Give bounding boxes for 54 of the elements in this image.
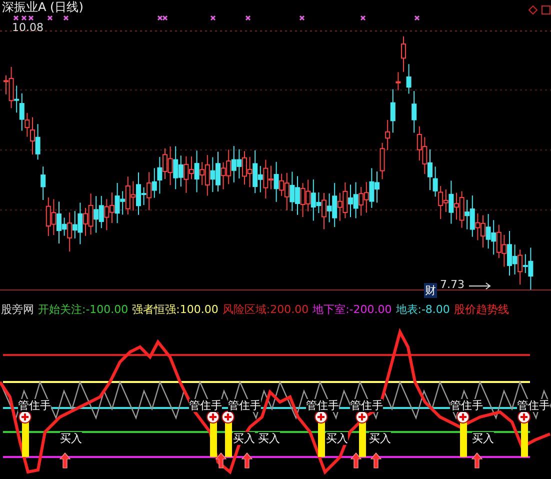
pointer-arrow-icon [468, 282, 491, 290]
plus-circle-icon [18, 410, 32, 424]
signal-bar [225, 420, 232, 457]
hold-signal-label: 管住手 [228, 399, 261, 412]
high-price-label: 10.08 [12, 22, 44, 34]
signal-bar [521, 420, 528, 457]
up-arrow-icon [471, 452, 483, 468]
buy-signal-label: 买入 [60, 432, 82, 445]
signal-bar [210, 420, 217, 457]
up-arrow-icon [215, 452, 227, 468]
hold-signal-label: 管住手 [18, 399, 51, 412]
legend-item: 风险区域:200.00 [222, 302, 309, 316]
low-price-label: 7.73 [440, 278, 464, 291]
buy-signal-label: 买入 [233, 432, 255, 445]
up-arrow-icon [241, 452, 253, 468]
signal-bar [318, 420, 325, 457]
finance-badge[interactable]: 财 [424, 283, 437, 298]
cross-marker-icon [63, 15, 69, 21]
hold-signal-label: 管住手 [450, 399, 483, 412]
legend-item: 股价趋势线 [454, 302, 509, 316]
legend-item: 地表:-8.00 [396, 302, 450, 316]
plus-circle-icon [222, 410, 234, 424]
diamond-icon[interactable] [528, 5, 538, 15]
up-arrow-icon [59, 452, 71, 468]
buy-signal-label: 买入 [472, 432, 494, 445]
hold-signal-label: 管住手 [350, 399, 383, 412]
cross-marker-icon [414, 15, 420, 21]
hold-signal-label: 管住手 [306, 399, 339, 412]
cross-marker-icon [299, 15, 305, 21]
hold-signal-label: 管住手 [189, 399, 222, 412]
buy-signal-label: 买入 [326, 432, 348, 445]
up-arrow-icon [350, 452, 362, 468]
plus-circle-icon [518, 410, 530, 424]
signal-bar [359, 420, 366, 457]
legend-item: 开始关注:-100.00 [38, 302, 128, 316]
plus-circle-icon [356, 410, 368, 424]
plus-circle-icon [314, 410, 328, 424]
cross-marker-icon [360, 15, 366, 21]
cross-marker-icon [47, 15, 53, 21]
plus-circle-icon [206, 410, 220, 424]
hold-signal-label: 管住手 [517, 399, 550, 412]
buy-signal-label: 买入 [258, 432, 280, 445]
chart-title: 深振业A (日线) [2, 0, 84, 14]
signal-bar [22, 420, 29, 457]
square-icon[interactable] [542, 6, 550, 14]
indicator-name: 股旁网 [1, 302, 34, 316]
cross-marker-icon [13, 15, 19, 21]
signal-bar [460, 420, 467, 457]
legend-item: 地下室:-200.00 [312, 302, 392, 316]
buy-signal-label: 买入 [369, 432, 391, 445]
up-arrow-icon [370, 452, 382, 468]
cross-marker-icon [245, 15, 251, 21]
cross-marker-icon [210, 15, 216, 21]
legend-item: 强者恒强:100.00 [132, 302, 218, 316]
